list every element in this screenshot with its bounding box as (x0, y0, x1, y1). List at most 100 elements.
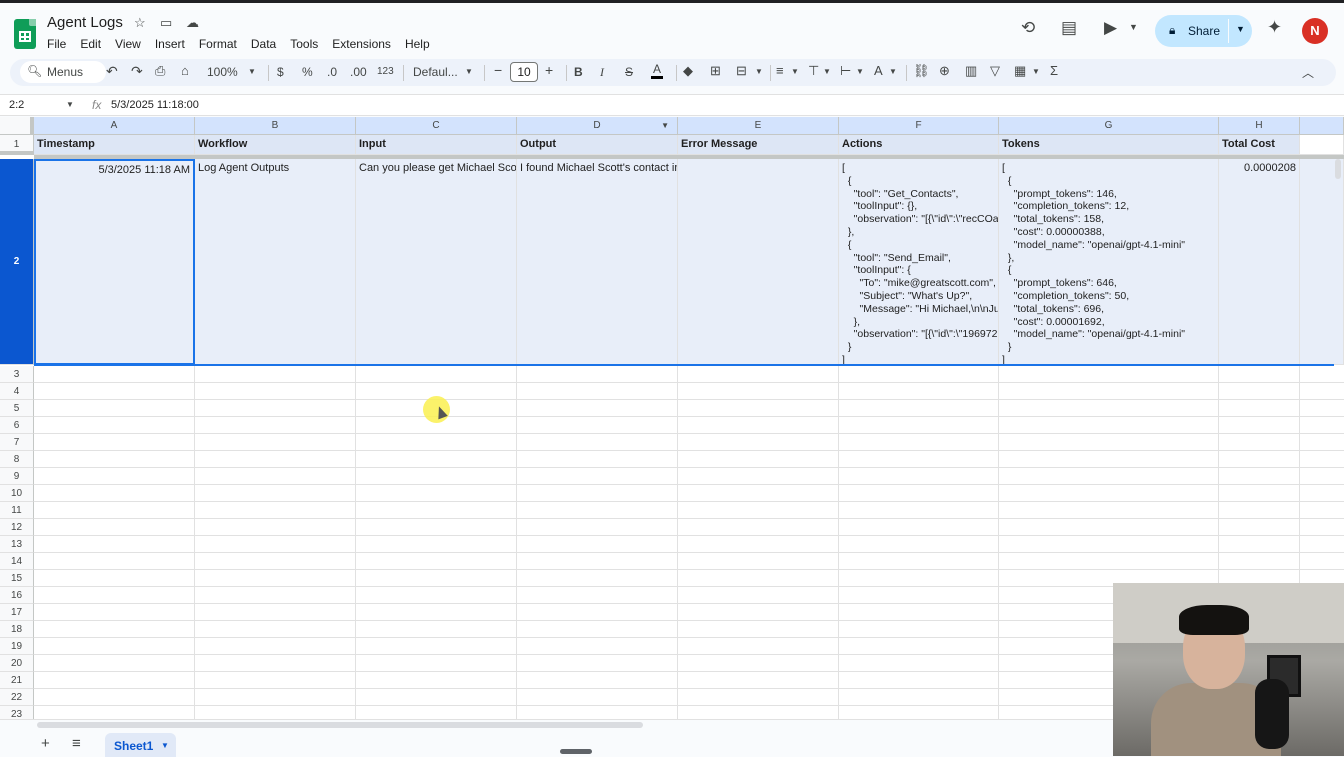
column-header-h[interactable]: H (1219, 117, 1300, 135)
filter-views-dropdown-icon[interactable]: ▼ (1032, 67, 1040, 76)
header-cell-total-cost[interactable]: Total Cost (1219, 135, 1300, 155)
borders-icon[interactable]: ⊞ (710, 63, 721, 79)
format-percent-button[interactable]: % (302, 65, 313, 79)
meet-dropdown-icon[interactable]: ▼ (1129, 22, 1138, 32)
all-sheets-icon[interactable]: ≡ (72, 735, 81, 752)
zoom-select[interactable]: 100% (207, 65, 238, 79)
row-header-19[interactable]: 19 (0, 638, 34, 655)
document-title[interactable]: Agent Logs (47, 14, 123, 31)
add-sheet-icon[interactable]: + (41, 735, 50, 752)
version-history-icon[interactable]: ⟲ (1021, 18, 1035, 38)
cell-f2-actions[interactable]: [ { "tool": "Get_Contacts", "toolInput":… (839, 159, 999, 365)
gemini-sparkle-icon[interactable]: ✦ (1267, 17, 1282, 38)
row-header-11[interactable]: 11 (0, 502, 34, 519)
strikethrough-button[interactable]: S (625, 65, 633, 79)
column-header-c[interactable]: C (356, 117, 517, 135)
more-formats-button[interactable]: 123 (377, 66, 394, 77)
sheets-logo-icon[interactable] (14, 19, 36, 49)
row-header-7[interactable]: 7 (0, 434, 34, 451)
merge-dropdown-icon[interactable]: ▼ (755, 67, 763, 76)
vertical-scrollbar-thumb[interactable] (1335, 159, 1341, 179)
column-header-a[interactable]: A (34, 117, 195, 135)
meet-video-icon[interactable]: ▶ (1104, 18, 1117, 38)
filter-views-icon[interactable]: ▦ (1014, 63, 1026, 79)
row-header-5[interactable]: 5 (0, 400, 34, 417)
row-header-20[interactable]: 20 (0, 655, 34, 672)
name-box-dropdown-icon[interactable]: ▼ (66, 100, 74, 109)
row-header-21[interactable]: 21 (0, 672, 34, 689)
menu-view[interactable]: View (115, 35, 146, 53)
fill-color-icon[interactable]: ◆ (683, 63, 693, 79)
select-all-corner[interactable] (0, 117, 34, 135)
cell-b2-workflow[interactable]: Log Agent Outputs (195, 159, 356, 365)
row-header-3[interactable]: 3 (0, 366, 34, 383)
font-size-input[interactable]: 10 (510, 62, 538, 82)
menu-extensions[interactable]: Extensions (332, 35, 396, 53)
rotation-dropdown-icon[interactable]: ▼ (889, 67, 897, 76)
move-folder-icon[interactable]: ▭ (160, 15, 172, 31)
align-dropdown-icon[interactable]: ▼ (791, 67, 799, 76)
collapse-toolbar-icon[interactable]: ︿ (1302, 64, 1314, 81)
star-icon[interactable]: ☆ (134, 15, 146, 31)
column-header-e[interactable]: E (678, 117, 839, 135)
row-header-18[interactable]: 18 (0, 621, 34, 638)
formula-input[interactable]: 5/3/2025 11:18:00 (111, 99, 199, 111)
column-header-f[interactable]: F (839, 117, 999, 135)
row-header-2[interactable]: 2 (0, 159, 34, 365)
row-header-13[interactable]: 13 (0, 536, 34, 553)
vertical-align-icon[interactable]: ⊤ (808, 63, 819, 79)
menu-help[interactable]: Help (405, 35, 435, 53)
zoom-dropdown-icon[interactable]: ▼ (248, 67, 256, 76)
print-icon[interactable]: ⎙ (155, 63, 165, 79)
account-avatar[interactable]: N (1302, 18, 1328, 44)
valign-dropdown-icon[interactable]: ▼ (823, 67, 831, 76)
column-d-filter-icon[interactable]: ▼ (661, 117, 669, 135)
header-cell-error-message[interactable]: Error Message (678, 135, 839, 155)
filter-icon[interactable]: ▽ (990, 63, 1000, 79)
comments-icon[interactable]: ▤ (1061, 18, 1077, 38)
menu-file[interactable]: File (47, 35, 71, 53)
cell-e2-error[interactable] (678, 159, 839, 365)
cell-i2-empty[interactable] (1300, 159, 1344, 365)
row-header-9[interactable]: 9 (0, 468, 34, 485)
name-box[interactable]: 2:2 (9, 99, 24, 111)
paint-format-icon[interactable]: ⌂ (181, 63, 189, 78)
bottom-drag-handle[interactable] (560, 749, 592, 754)
font-dropdown-icon[interactable]: ▼ (465, 67, 473, 76)
text-rotation-icon[interactable]: A (874, 63, 883, 78)
font-family-select[interactable]: Defaul... (413, 65, 458, 79)
row-header-23[interactable]: 23 (0, 706, 34, 719)
text-color-button[interactable]: A (651, 62, 664, 79)
row-header-14[interactable]: 14 (0, 553, 34, 570)
row-header-22[interactable]: 22 (0, 689, 34, 706)
sheet-tab-dropdown-icon[interactable]: ▼ (161, 741, 169, 750)
row-header-1[interactable]: 1 (0, 135, 34, 155)
row-header-6[interactable]: 6 (0, 417, 34, 434)
header-cell-actions[interactable]: Actions (839, 135, 999, 155)
wrap-dropdown-icon[interactable]: ▼ (856, 67, 864, 76)
menu-edit[interactable]: Edit (80, 35, 106, 53)
column-header-d[interactable]: D ▼ (517, 117, 678, 135)
cell-d2-output[interactable]: I found Michael Scott's contact inf (517, 159, 678, 365)
row-header-10[interactable]: 10 (0, 485, 34, 502)
undo-icon[interactable]: ↶ (106, 63, 118, 80)
menu-data[interactable]: Data (251, 35, 281, 53)
cell-g2-tokens[interactable]: [ { "prompt_tokens": 146, "completion_to… (999, 159, 1219, 365)
menu-insert[interactable]: Insert (155, 35, 190, 53)
header-cell-workflow[interactable]: Workflow (195, 135, 356, 155)
redo-icon[interactable]: ↷ (131, 63, 143, 80)
cell-h2-total-cost[interactable]: 0.0000208 (1219, 159, 1300, 365)
cloud-saved-icon[interactable]: ☁ (186, 15, 199, 31)
search-menus-pill[interactable]: 🔍︎ Menus (20, 61, 106, 83)
header-cell-output[interactable]: Output (517, 135, 678, 155)
row-header-8[interactable]: 8 (0, 451, 34, 468)
header-cell-input[interactable]: Input (356, 135, 517, 155)
menu-format[interactable]: Format (199, 35, 242, 53)
merge-cells-icon[interactable]: ⊟ (736, 63, 747, 79)
decrease-font-size-icon[interactable]: − (494, 62, 502, 78)
row-header-4[interactable]: 4 (0, 383, 34, 400)
header-cell-empty[interactable] (1300, 135, 1344, 155)
horizontal-align-icon[interactable]: ≡ (776, 63, 784, 78)
italic-button[interactable]: I (600, 65, 604, 80)
share-dropdown-icon[interactable]: ▼ (1236, 24, 1245, 34)
